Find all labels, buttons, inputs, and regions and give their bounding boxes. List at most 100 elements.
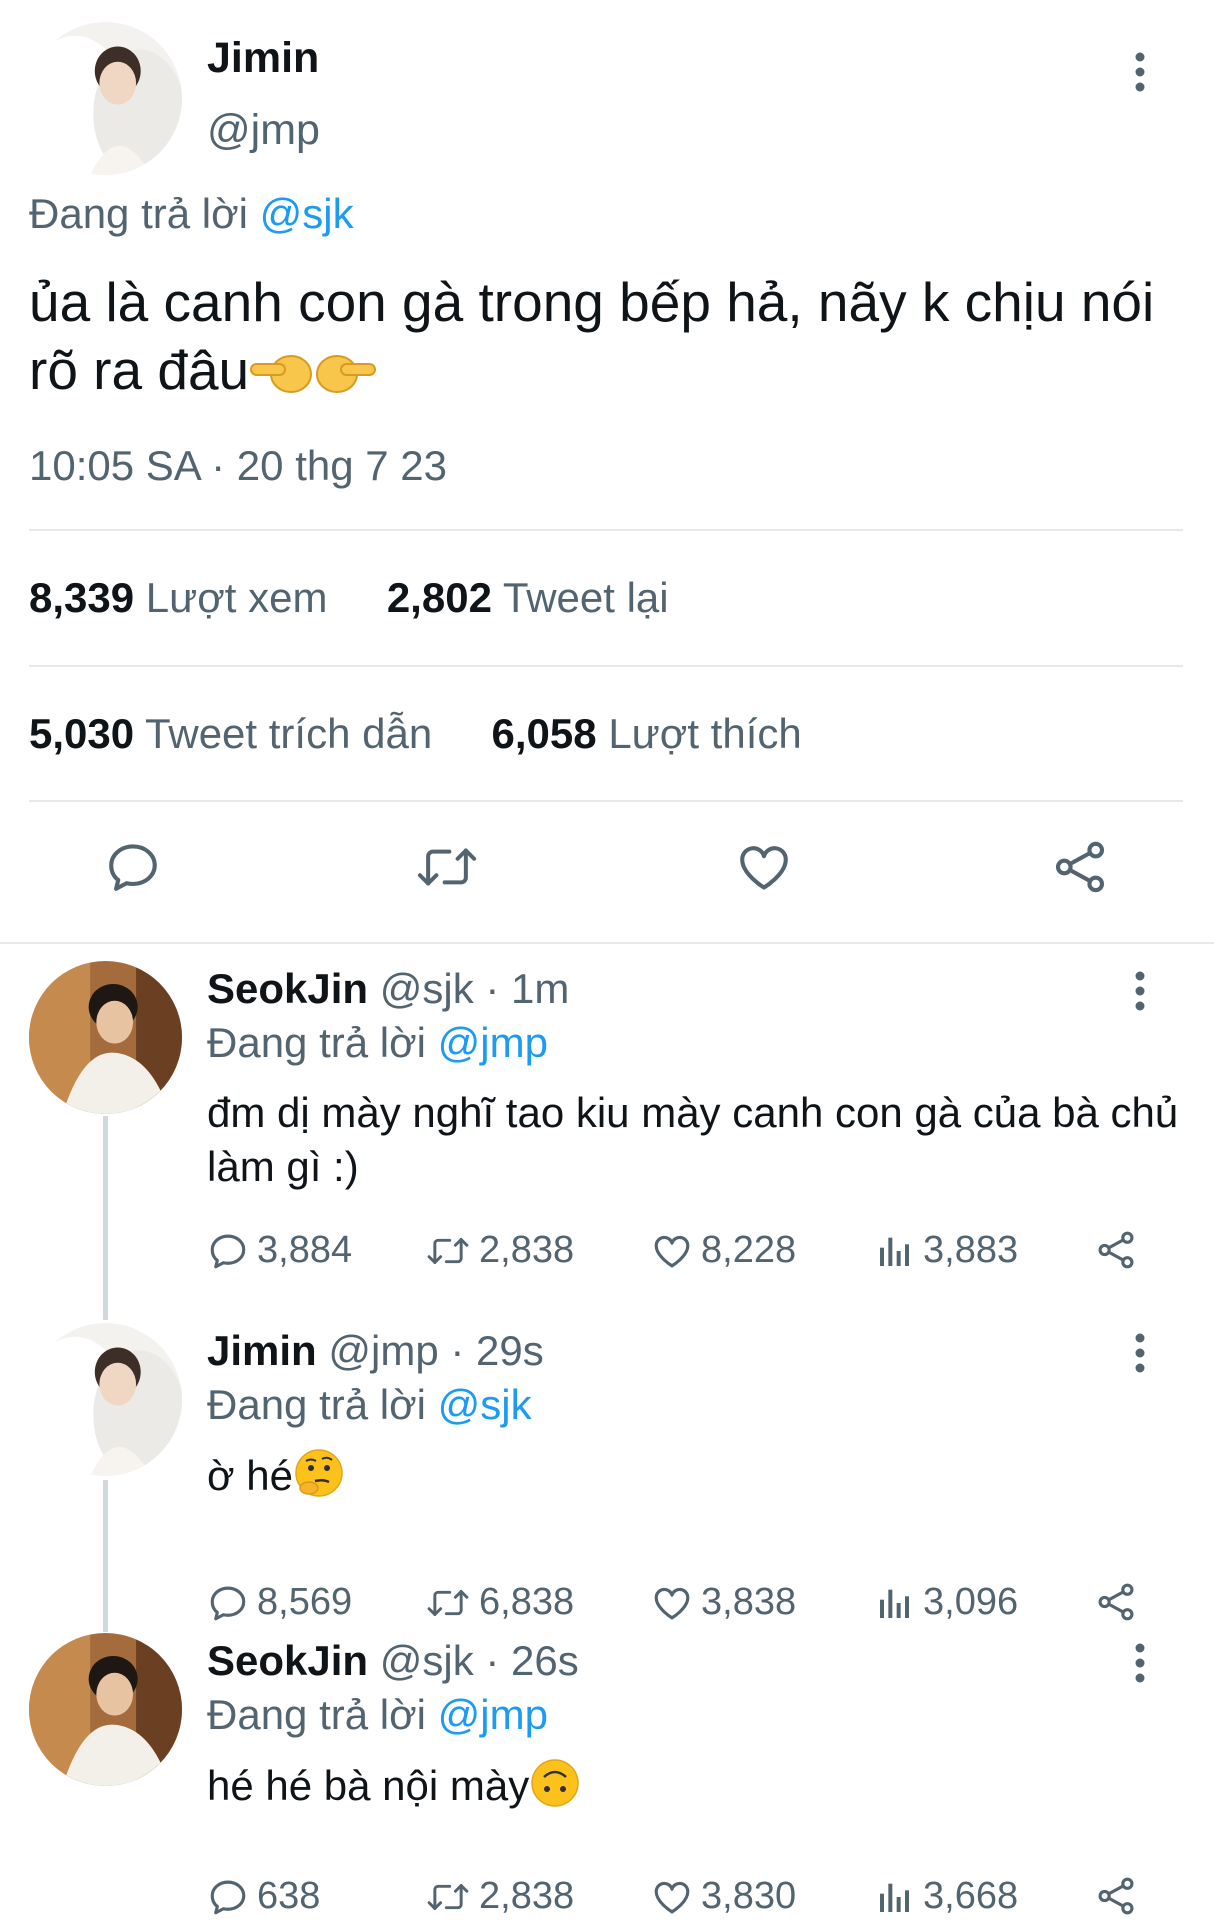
retweet-icon (427, 1589, 469, 1616)
divider (29, 529, 1183, 531)
view-count[interactable]: 3,096 (875, 1581, 1018, 1624)
reply-count[interactable]: 638 (207, 1875, 320, 1918)
view-count-value: 3,883 (923, 1229, 1019, 1271)
reply-count-value: 3,884 (257, 1229, 353, 1271)
reply-time[interactable]: · 29s (450, 1327, 543, 1374)
author-handle[interactable]: @jmp (207, 106, 320, 155)
like-count-value: 3,838 (701, 1581, 797, 1623)
retweet-icon (427, 1883, 469, 1910)
retweet-icon[interactable] (414, 838, 480, 896)
thread-connector (103, 1116, 108, 1320)
replying-prefix: Đang trả lời (207, 1019, 426, 1066)
reply-count-value: 638 (257, 1875, 321, 1917)
main-tweet: Jimin @jmp Đang trả lời @sjk ủa là canh … (0, 0, 1214, 944)
more-options-icon[interactable] (1134, 1333, 1146, 1373)
reply-count-value: 8,569 (257, 1581, 353, 1623)
action-bar (0, 838, 1214, 904)
reply-time[interactable]: · 1m (485, 965, 569, 1012)
thinking-face-emoji-icon (293, 1448, 345, 1498)
reply-metrics: 638 2,838 3,830 3,668 (207, 1875, 1167, 1923)
reply-text: hé hé bà nội mày (207, 1758, 1187, 1813)
replying-to-link[interactable]: @sjk (438, 1381, 532, 1428)
retweet-icon (427, 1237, 469, 1264)
like-icon (654, 1235, 690, 1267)
quotes-label[interactable]: Tweet trích dẫn (145, 710, 432, 757)
retweets-count[interactable]: 2,802 (387, 574, 492, 621)
retweets-label[interactable]: Tweet lại (503, 574, 669, 621)
author-name[interactable]: SeokJin (207, 965, 368, 1012)
retweet-count-value: 2,838 (479, 1229, 575, 1271)
upside-down-face-emoji-icon (529, 1758, 581, 1808)
author-handle[interactable]: @sjk (380, 1637, 474, 1684)
reply-count[interactable]: 3,884 (207, 1229, 352, 1272)
views-icon (880, 1589, 909, 1618)
more-options-icon[interactable] (1134, 1643, 1146, 1683)
replying-to-link[interactable]: @jmp (438, 1691, 548, 1738)
avatar[interactable] (29, 1633, 182, 1786)
quotes-count[interactable]: 5,030 (29, 710, 134, 757)
avatar[interactable] (29, 961, 182, 1114)
like-icon (654, 1587, 690, 1619)
reply-icon (210, 1234, 246, 1268)
views-label: Lượt xem (145, 574, 328, 621)
author-handle[interactable]: @jmp (328, 1327, 438, 1374)
replying-to-link[interactable]: @sjk (260, 190, 354, 237)
more-options-icon[interactable] (1134, 52, 1146, 92)
more-options-icon[interactable] (1134, 971, 1146, 1011)
avatar-image (29, 1633, 182, 1786)
reply-text-content: ờ hé (207, 1452, 293, 1499)
share-icon[interactable] (1095, 1229, 1145, 1271)
divider (29, 800, 1183, 802)
avatar[interactable] (29, 22, 182, 175)
thread-connector (103, 1480, 108, 1632)
retweet-count[interactable]: 6,838 (425, 1581, 574, 1624)
author-name[interactable]: SeokJin (207, 1637, 368, 1684)
replying-to: Đang trả lời @jmp (207, 1019, 548, 1067)
author-handle[interactable]: @sjk (380, 965, 474, 1012)
views-icon (880, 1883, 909, 1912)
reply-header: Jimin @jmp · 29s (207, 1327, 544, 1375)
replying-to-link[interactable]: @jmp (438, 1019, 548, 1066)
reply-icon (210, 1880, 246, 1914)
retweet-count[interactable]: 2,838 (425, 1875, 574, 1918)
replying-prefix: Đang trả lời (207, 1381, 426, 1428)
share-icon[interactable] (1095, 1875, 1145, 1917)
views-count: 8,339 (29, 574, 135, 621)
stats-row-1: 8,339 Lượt xem 2,802 Tweet lại (29, 574, 669, 622)
view-count[interactable]: 3,668 (875, 1875, 1018, 1918)
tweet-text-content: ủa là canh con gà trong bếp hả, nãy k ch… (29, 271, 1155, 401)
likes-count[interactable]: 6,058 (492, 710, 597, 757)
reply-time[interactable]: · 26s (485, 1637, 578, 1684)
author-name[interactable]: Jimin (207, 1327, 317, 1374)
pointing-right-emoji-icon (315, 347, 377, 397)
reply-text-content: hé hé bà nội mày (207, 1762, 530, 1809)
retweet-count[interactable]: 2,838 (425, 1229, 574, 1272)
retweet-count-value: 2,838 (479, 1875, 575, 1917)
replying-prefix: Đang trả lời (29, 190, 248, 237)
replying-prefix: Đang trả lời (207, 1691, 426, 1738)
like-count[interactable]: 3,830 (651, 1875, 796, 1918)
retweet-count-value: 6,838 (479, 1581, 575, 1623)
tweet-timestamp[interactable]: 10:05 SA · 20 thg 7 23 (29, 442, 447, 490)
reply-count[interactable]: 8,569 (207, 1581, 352, 1624)
share-icon[interactable] (1095, 1581, 1145, 1623)
replying-to: Đang trả lời @sjk (207, 1381, 532, 1429)
reply-icon (210, 1586, 246, 1620)
avatar-image (29, 1323, 182, 1476)
reply-header: SeokJin @sjk · 1m (207, 965, 569, 1013)
likes-label[interactable]: Lượt thích (608, 710, 801, 757)
view-count-value: 3,668 (923, 1875, 1019, 1917)
like-icon[interactable] (734, 838, 794, 896)
reply-metrics: 3,884 2,838 8,228 3,883 (207, 1229, 1167, 1277)
reply-icon[interactable] (104, 838, 162, 896)
view-count[interactable]: 3,883 (875, 1229, 1018, 1272)
share-icon[interactable] (1050, 838, 1110, 896)
avatar[interactable] (29, 1323, 182, 1476)
avatar-image (29, 961, 182, 1114)
divider (0, 942, 1214, 944)
replying-to: Đang trả lời @jmp (207, 1691, 548, 1739)
like-count[interactable]: 3,838 (651, 1581, 796, 1624)
like-count[interactable]: 8,228 (651, 1229, 796, 1272)
author-name[interactable]: Jimin (207, 34, 319, 83)
like-count-value: 8,228 (701, 1229, 797, 1271)
